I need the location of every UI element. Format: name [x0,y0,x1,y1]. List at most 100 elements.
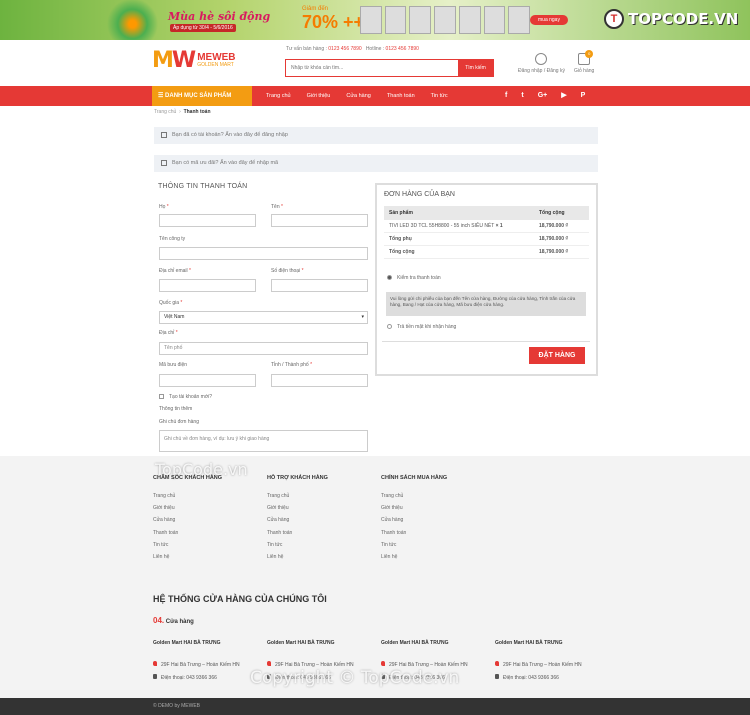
company-field[interactable] [159,247,368,260]
nav-item-home[interactable]: Trang chủ [266,86,291,106]
buy-now-button[interactable]: mua ngay [530,15,568,25]
search-button[interactable]: Tìm kiếm [458,60,493,76]
create-account-checkbox[interactable]: Tạo tài khoản mới? [159,394,212,400]
table-row: TIVI LED 3D TCL 55H8800 - 55 inch SIÊU N… [384,220,589,233]
payment-check-description: Vui lòng gửi chi phiếu của bạn đến Tên c… [386,292,586,316]
nav-item-about[interactable]: Giới thiệu [307,86,331,106]
map-pin-icon [381,661,385,666]
order-title: ĐƠN HÀNG CỦA BẠN [384,191,455,198]
pinterest-icon[interactable]: P [581,86,586,106]
footer-link[interactable]: Cửa hàng [267,517,328,523]
col-product: Sản phẩm [384,206,534,220]
billing-title: THÔNG TIN THANH TOÁN [158,183,248,190]
map-pin-icon [495,661,499,666]
logo-mark: MW [152,48,196,73]
footer-link[interactable]: Cửa hàng [381,517,447,523]
radio-icon [387,324,392,330]
facebook-icon[interactable]: f [505,86,507,106]
youtube-icon[interactable]: ▶ [561,86,566,106]
store-card: Golden Mart HAI BÀ TRƯNG 29F Hai Bà Trưn… [495,640,582,681]
footer-link[interactable]: Thanh toán [153,530,222,536]
search-bar: Tìm kiếm [285,59,494,77]
phone-icon [267,674,271,679]
cart-link[interactable]: 0 Giỏ hàng [574,50,594,74]
notes-label: Ghi chú đơn hàng [159,419,199,425]
footer-link[interactable]: Trang chủ [267,493,328,499]
table-row: Tổng cộng 18,790.000 ₫ [384,245,589,259]
first-name-label: Tên * [271,204,283,210]
footer-link[interactable]: Cửa hàng [153,517,222,523]
breadcrumb: Trang chủ › Thanh toán [154,109,211,115]
order-table: Sản phẩm Tổng cộng TIVI LED 3D TCL 55H88… [384,206,589,259]
category-menu-button[interactable]: ☰ DANH MỤC SẢN PHẨM [152,86,252,106]
phone-icon [381,674,385,679]
address-field[interactable]: Tên phố [159,342,368,355]
footer [0,456,750,698]
email-label: Địa chỉ email * [159,268,191,274]
chevron-down-icon: ▾ [361,314,364,320]
footer-link[interactable]: Trang chủ [381,493,447,499]
footer-link[interactable]: Liên hệ [381,554,447,560]
nav-item-shop[interactable]: Cửa hàng [346,86,370,106]
phone-field[interactable] [271,279,368,292]
store-card: Golden Mart HAI BÀ TRƯNG 29F Hai Bà Trưn… [153,640,240,681]
footer-col-policy: CHÍNH SÁCH MUA HÀNG Trang chủ Giới thiệu… [381,475,448,560]
nav-item-checkout[interactable]: Thanh toán [387,86,415,106]
notes-textarea[interactable]: Ghi chú về đơn hàng, ví dụ: lưu ý khi gi… [159,430,368,452]
logo-sub: GOLDEN MART [197,62,234,68]
footer-link[interactable]: Giới thiệu [381,505,447,511]
last-name-field[interactable] [159,214,256,227]
topcode-watermark-logo: T TOPCODE.VN [604,9,738,29]
place-order-button[interactable]: ĐẶT HÀNG [529,347,585,364]
footer-link[interactable]: Thanh toán [381,530,447,536]
city-field[interactable] [271,374,368,387]
more-info-label: Thông tin thêm [159,406,193,412]
postcode-label: Mã bưu điện [159,362,188,368]
footer-col-support: HỖ TRỢ KHÁCH HÀNG Trang chủ Giới thiệu C… [267,475,328,560]
billing-form: THÔNG TIN THANH TOÁN [158,183,370,200]
footer-link[interactable]: Liên hệ [267,554,328,560]
radio-icon [387,275,392,281]
email-field[interactable] [159,279,256,292]
payment-check-radio[interactable]: Kiểm tra thanh toán [387,275,441,281]
company-label: Tên công ty [159,236,186,242]
store-card: Golden Mart HAI BÀ TRƯNG 29F Hai Bà Trưn… [381,640,468,681]
country-select[interactable]: Việt Nam ▾ [159,311,368,324]
breadcrumb-home[interactable]: Trang chủ [154,109,176,115]
site-logo[interactable]: MW MEWEB GOLDEN MART [152,48,236,73]
cart-count-badge: 0 [585,50,594,58]
footer-link[interactable]: Liên hệ [153,554,222,560]
payment-cod-radio[interactable]: Trả tiền mặt khi nhận hàng [387,324,456,330]
appliances-image [360,6,531,34]
coupon-notice[interactable]: Bạn có mã ưu đãi? Ấn vào đây để nhập mã [154,155,598,172]
copyright-bar: © DEMO by MEWEB [0,698,750,715]
search-input[interactable] [286,60,458,76]
banner-dates: Áp dụng từ 30/4 - 5/6/2016 [170,24,236,32]
topcode-brand: TOPCODE.VN [628,10,739,28]
hotline-info: Tư vấn bán hàng : 0123 456 7890 Hotline … [286,46,419,52]
footer-link[interactable]: Tin tức [381,542,447,548]
city-label: Tỉnh / Thành phố * [271,362,313,368]
footer-link[interactable]: Giới thiệu [153,505,222,511]
nav-item-news[interactable]: Tin tức [431,86,448,106]
footer-link[interactable]: Thanh toán [267,530,328,536]
phone-label: Số điện thoại * [271,268,304,274]
phone-icon [495,674,499,679]
login-notice[interactable]: Bạn đã có tài khoản? Ấn vào đây để đăng … [154,127,598,144]
footer-link[interactable]: Tin tức [267,542,328,548]
google-plus-icon[interactable]: G+ [538,86,548,106]
footer-link[interactable]: Giới thiệu [267,505,328,511]
first-name-field[interactable] [271,214,368,227]
account-link[interactable]: Đăng nhập / Đăng ký [518,53,565,74]
map-pin-icon [267,661,271,666]
store-system-title: HỆ THỐNG CỬA HÀNG CỦA CHÚNG TÔI [153,594,327,604]
address-label: Địa chỉ * [159,330,178,336]
flower-decoration [105,0,160,40]
footer-link[interactable]: Trang chủ [153,493,222,499]
divider [382,341,590,342]
country-label: Quốc gia * [159,300,183,306]
footer-link[interactable]: Tin tức [153,542,222,548]
postcode-field[interactable] [159,374,256,387]
twitter-icon[interactable]: t [521,86,523,106]
table-row: Tổng phụ 18,790.000 ₫ [384,232,589,246]
